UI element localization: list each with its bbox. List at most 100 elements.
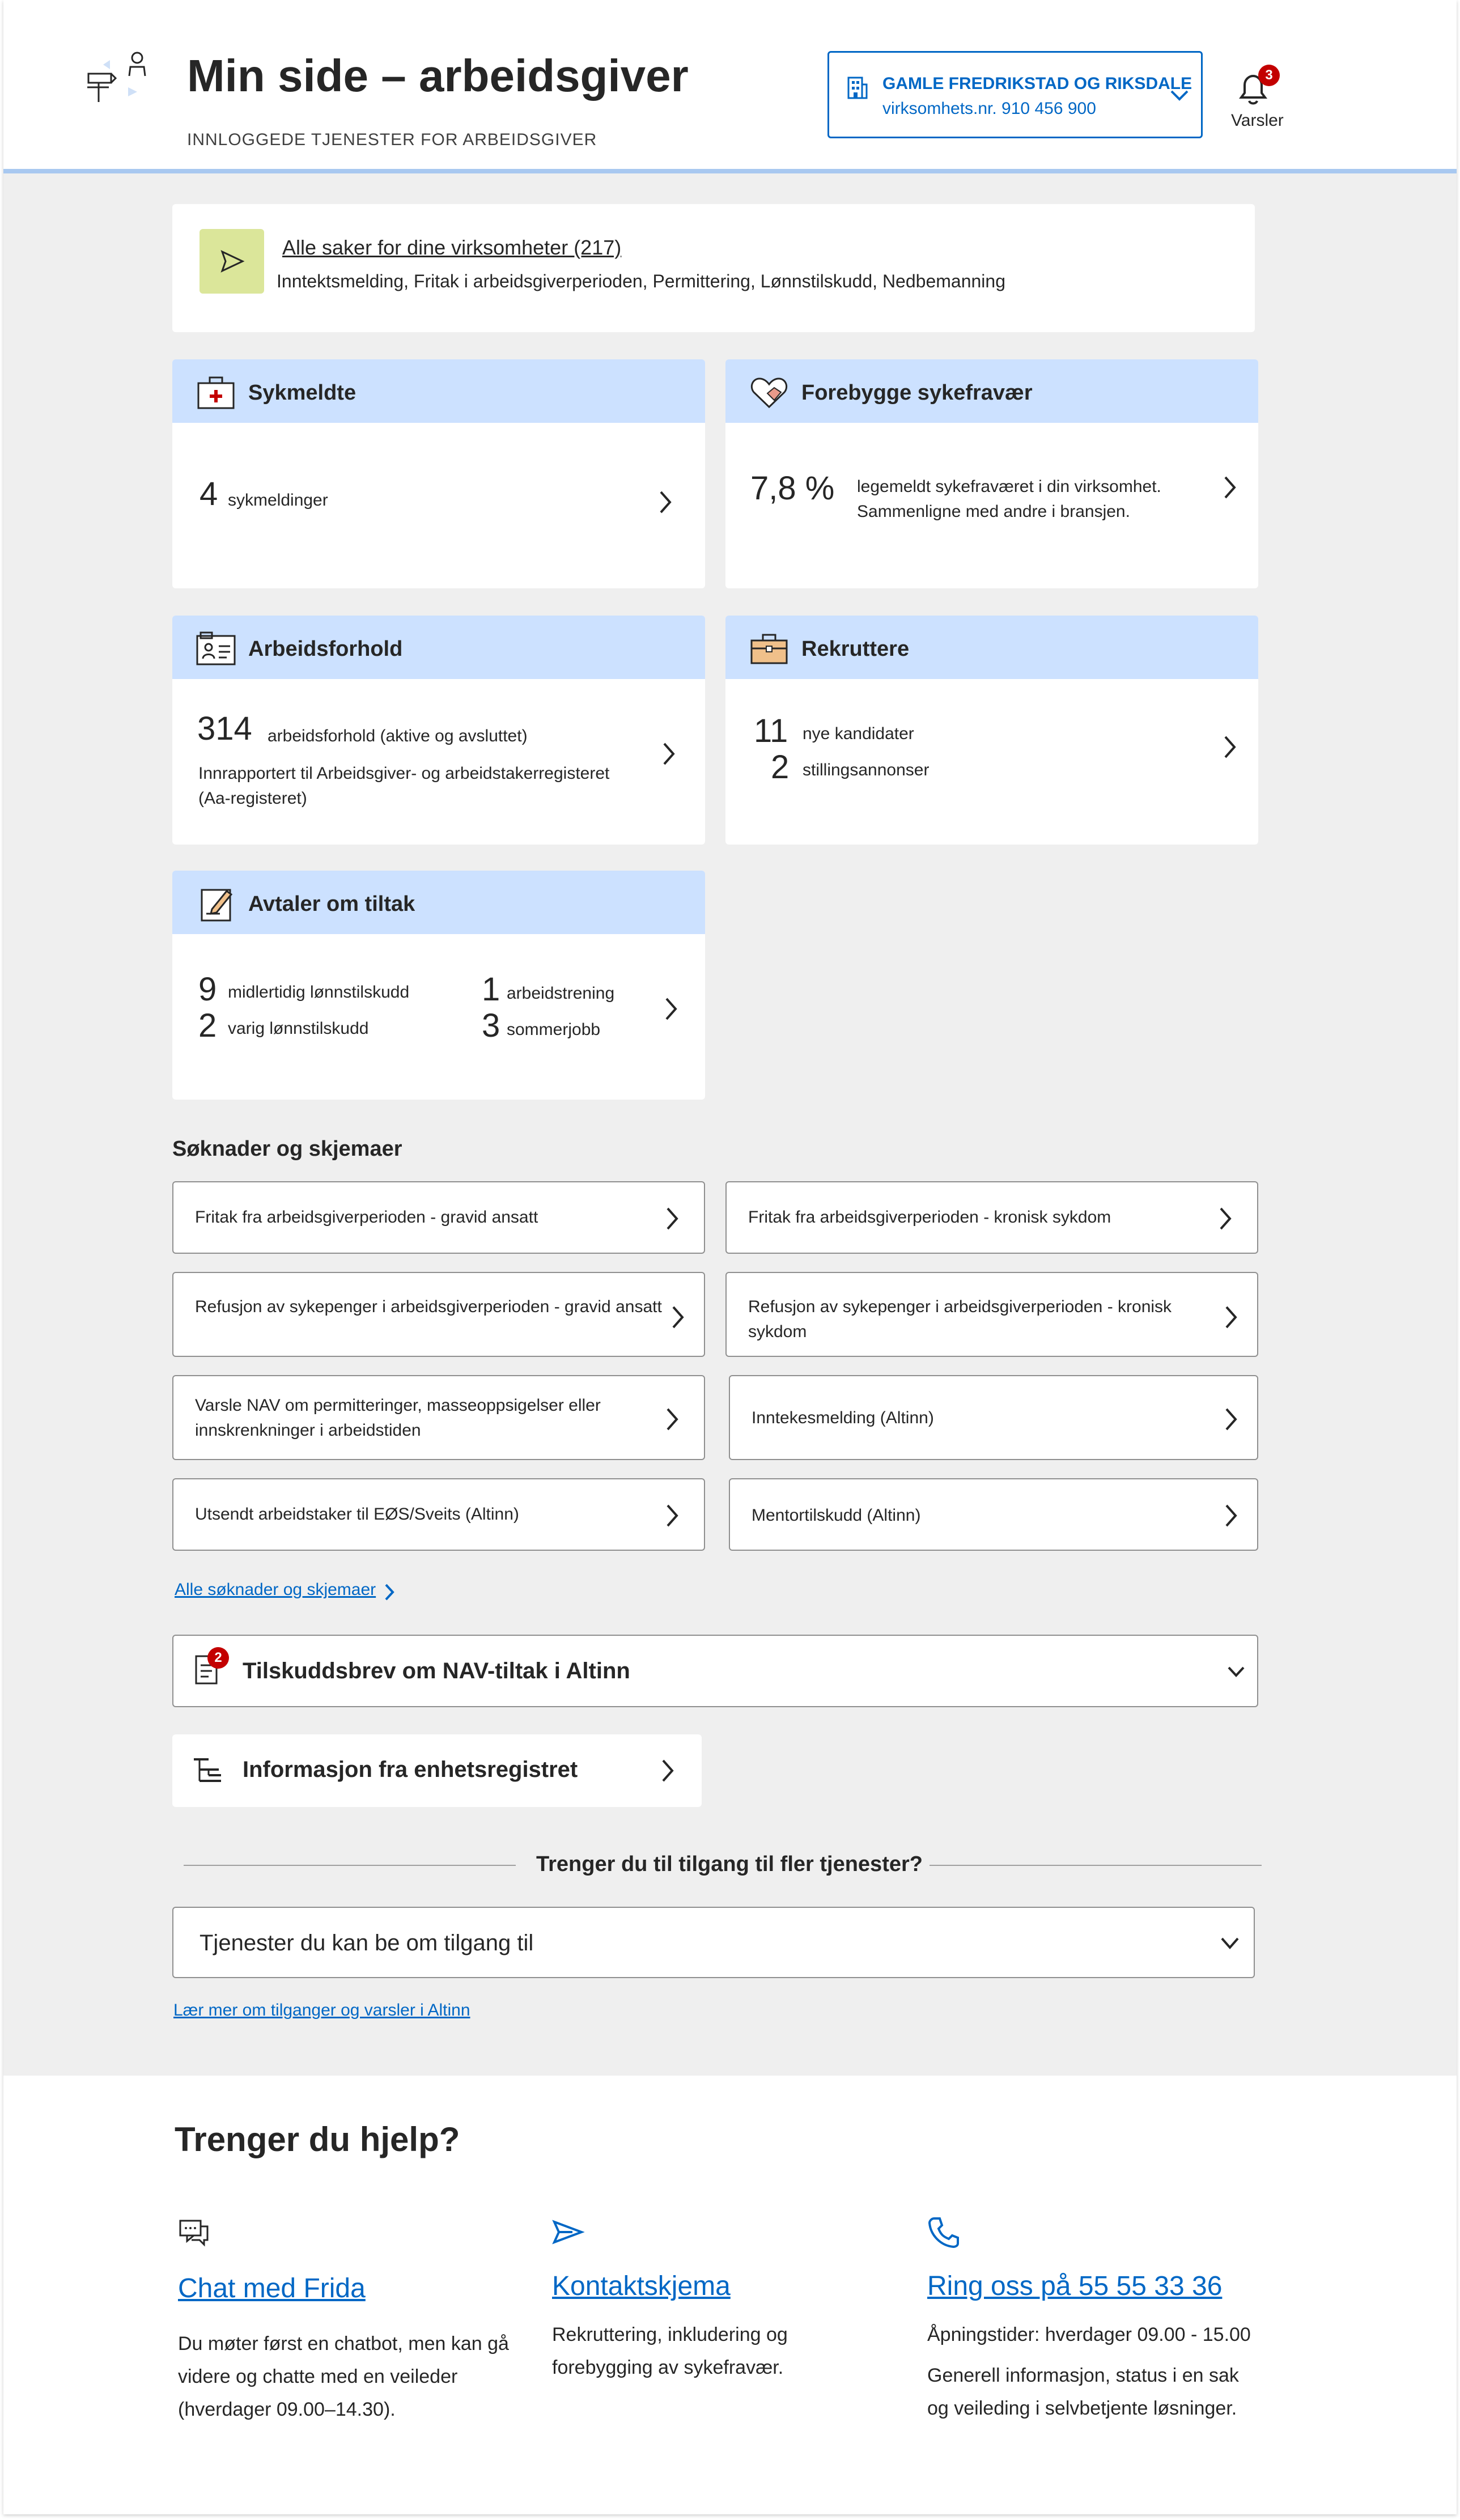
tile-sykmeldte[interactable]: Sykmeldte 4 sykmeldinger xyxy=(172,359,705,588)
form-label: Inntekesmelding (Altinn) xyxy=(752,1409,934,1427)
form-label: Varsle NAV om permitteringer, masseoppsi… xyxy=(195,1396,601,1415)
tile-title: Arbeidsforhold xyxy=(248,637,403,661)
organization-number: virksomhets.nr. 910 456 900 xyxy=(882,99,1096,118)
phone-icon xyxy=(928,2217,959,2249)
tile-header: Forebygge sykefravær xyxy=(725,359,1258,423)
form-label: Fritak fra arbeidsgiverperioden - kronis… xyxy=(748,1208,1111,1227)
saker-panel: Alle saker for dine virksomheter (217) I… xyxy=(172,204,1255,332)
phone-text-2: Generell informasjon, status i en sak xyxy=(927,2365,1239,2386)
tiltak-label: midlertidig lønnstilskudd xyxy=(228,983,410,1002)
saker-icon-box xyxy=(200,229,264,294)
chevron-right-icon xyxy=(1224,736,1236,758)
form-link[interactable]: Utsendt arbeidstaker til EØS/Sveits (Alt… xyxy=(172,1478,705,1551)
all-forms-link[interactable]: Alle søknader og skjemaer xyxy=(175,1580,376,1600)
chevron-right-icon xyxy=(662,1759,674,1782)
tiltak-label: arbeidstrening xyxy=(507,984,615,1003)
first-aid-kit-icon xyxy=(197,376,235,409)
letters-badge: 2 xyxy=(207,1647,229,1669)
tile-header: Arbeidsforhold xyxy=(172,616,705,679)
help-section: Trenger du hjelp? Chat med Frida Du møte… xyxy=(3,2076,1457,2514)
chevron-right-icon xyxy=(1220,1207,1232,1230)
chevron-right-icon xyxy=(672,1306,684,1329)
briefcase-icon xyxy=(750,634,788,664)
tiltak-count: 1 xyxy=(482,971,500,1008)
chevron-right-icon xyxy=(660,491,672,514)
document-pen-icon xyxy=(201,889,233,922)
sick-leave-count: 4 xyxy=(200,476,218,512)
heart-handshake-icon xyxy=(750,377,788,409)
notifications-label[interactable]: Varsler xyxy=(1231,111,1284,130)
tilskuddsbrev-label: Tilskuddsbrev om NAV-tiltak i Altinn xyxy=(243,1658,630,1683)
sick-leave-percent: 7,8 % xyxy=(750,470,835,507)
tile-forebygge-sykefravaer[interactable]: Forebygge sykefravær 7,8 % legemeldt syk… xyxy=(725,359,1258,588)
chevron-right-icon xyxy=(663,743,675,765)
tile-header: Avtaler om tiltak xyxy=(172,871,705,934)
altinn-access-link[interactable]: Lær mer om tilganger og varsler i Altinn xyxy=(173,2001,470,2020)
tiltak-label: sommerjobb xyxy=(507,1020,601,1039)
chat-text-1: Du møter først en chatbot, men kan gå xyxy=(178,2333,509,2354)
chevron-right-icon xyxy=(665,998,677,1020)
form-link[interactable]: Inntekesmelding (Altinn) xyxy=(729,1375,1258,1460)
tilskuddsbrev-expandable[interactable]: 2 Tilskuddsbrev om NAV-tiltak i Altinn xyxy=(172,1635,1258,1707)
form-label: Refusjon av sykepenger i arbeidsgiverper… xyxy=(195,1297,662,1316)
tile-arbeidsforhold[interactable]: Arbeidsforhold 314 arbeidsforhold (aktiv… xyxy=(172,616,705,845)
tile-title: Avtaler om tiltak xyxy=(248,892,415,916)
access-services-dropdown[interactable]: Tjenester du kan be om tilgang til xyxy=(172,1907,1255,1978)
tile-avtaler-om-tiltak[interactable]: Avtaler om tiltak 9 midlertidig lønnstil… xyxy=(172,871,705,1100)
forms-section-title: Søknader og skjemaer xyxy=(172,1137,402,1161)
form-link[interactable]: Refusjon av sykepenger i arbeidsgiverper… xyxy=(725,1272,1258,1357)
divider-line xyxy=(930,1865,1262,1866)
form-label: sykdom xyxy=(748,1322,807,1341)
form-label: Refusjon av sykepenger i arbeidsgiverper… xyxy=(748,1297,1172,1316)
form-link[interactable]: Mentortilskudd (Altinn) xyxy=(729,1478,1258,1551)
tiltak-label: varig lønnstilskudd xyxy=(228,1019,369,1038)
phone-link[interactable]: Ring oss på 55 55 33 36 xyxy=(927,2271,1222,2302)
form-label: Mentortilskudd (Altinn) xyxy=(752,1506,921,1525)
chevron-down-icon xyxy=(1170,90,1189,101)
tile-title: Forebygge sykefravær xyxy=(801,381,1033,405)
contact-text-2: forebygging av sykefravær. xyxy=(552,2357,784,2378)
tile-title: Sykmeldte xyxy=(248,381,356,405)
chevron-right-icon xyxy=(1225,1504,1237,1527)
id-card-icon xyxy=(196,631,236,665)
contact-form-link[interactable]: Kontaktskjema xyxy=(552,2271,731,2302)
chevron-right-icon xyxy=(667,1504,678,1527)
candidates-count: 11 xyxy=(754,712,788,749)
employment-count: 314 xyxy=(197,710,252,747)
tiltak-count: 9 xyxy=(198,971,217,1008)
chevron-down-icon xyxy=(1228,1666,1245,1677)
access-dropdown-label: Tjenester du kan be om tilgang til xyxy=(200,1931,534,1955)
chevron-right-icon xyxy=(385,1584,394,1601)
phone-text-3: og veileding i selvbetjente løsninger. xyxy=(927,2398,1237,2419)
cases-description: Inntektsmelding, Fritak i arbeidsgiverpe… xyxy=(277,271,1005,291)
sick-leave-text-2: Sammenligne med andre i bransjen. xyxy=(857,502,1130,521)
sick-leave-text-1: legemeldt sykefraværet i din virksomhet. xyxy=(857,477,1161,496)
tile-rekruttere[interactable]: Rekruttere 11 nye kandidater 2 stillings… xyxy=(725,616,1258,845)
all-cases-link[interactable]: Alle saker for dine virksomheter (217) xyxy=(282,236,621,260)
chevron-right-icon xyxy=(667,1408,678,1431)
phone-hours: Åpningstider: hverdager 09.00 - 15.00 xyxy=(927,2324,1251,2345)
form-link[interactable]: Fritak fra arbeidsgiverperioden - kronis… xyxy=(725,1181,1258,1254)
form-label: innskrenkninger i arbeidstiden xyxy=(195,1421,421,1440)
form-label: Fritak fra arbeidsgiverperioden - gravid… xyxy=(195,1208,538,1227)
contact-text-1: Rekruttering, inkludering og xyxy=(552,2324,788,2345)
send-icon xyxy=(220,250,245,273)
page: Min side – arbeidsgiver INNLOGGEDE TJENE… xyxy=(3,0,1457,2514)
help-title: Trenger du hjelp? xyxy=(175,2120,460,2158)
organization-selector[interactable]: GAMLE FREDRIKSTAD OG RIKSDALE virksomhet… xyxy=(827,51,1203,138)
send-icon xyxy=(552,2220,585,2245)
organization-name: GAMLE FREDRIKSTAD OG RIKSDALE xyxy=(882,74,1192,93)
chat-text-2: videre og chatte med en veileder xyxy=(178,2366,458,2387)
form-link[interactable]: Varsle NAV om permitteringer, masseoppsi… xyxy=(172,1375,705,1460)
enhetsregister-link[interactable]: Informasjon fra enhetsregistret xyxy=(172,1734,702,1807)
chat-icon xyxy=(179,2220,209,2247)
form-link[interactable]: Fritak fra arbeidsgiverperioden - gravid… xyxy=(172,1181,705,1254)
chat-link[interactable]: Chat med Frida xyxy=(178,2273,366,2304)
form-label: Utsendt arbeidstaker til EØS/Sveits (Alt… xyxy=(195,1505,519,1524)
employment-label: arbeidsforhold (aktive og avsluttet) xyxy=(268,727,528,745)
candidates-label: nye kandidater xyxy=(803,724,914,743)
signpost-person-icon xyxy=(87,52,146,102)
page-title: Min side – arbeidsgiver xyxy=(187,50,689,101)
form-link[interactable]: Refusjon av sykepenger i arbeidsgiverper… xyxy=(172,1272,705,1357)
chat-text-3: (hverdager 09.00–14.30). xyxy=(178,2399,396,2420)
